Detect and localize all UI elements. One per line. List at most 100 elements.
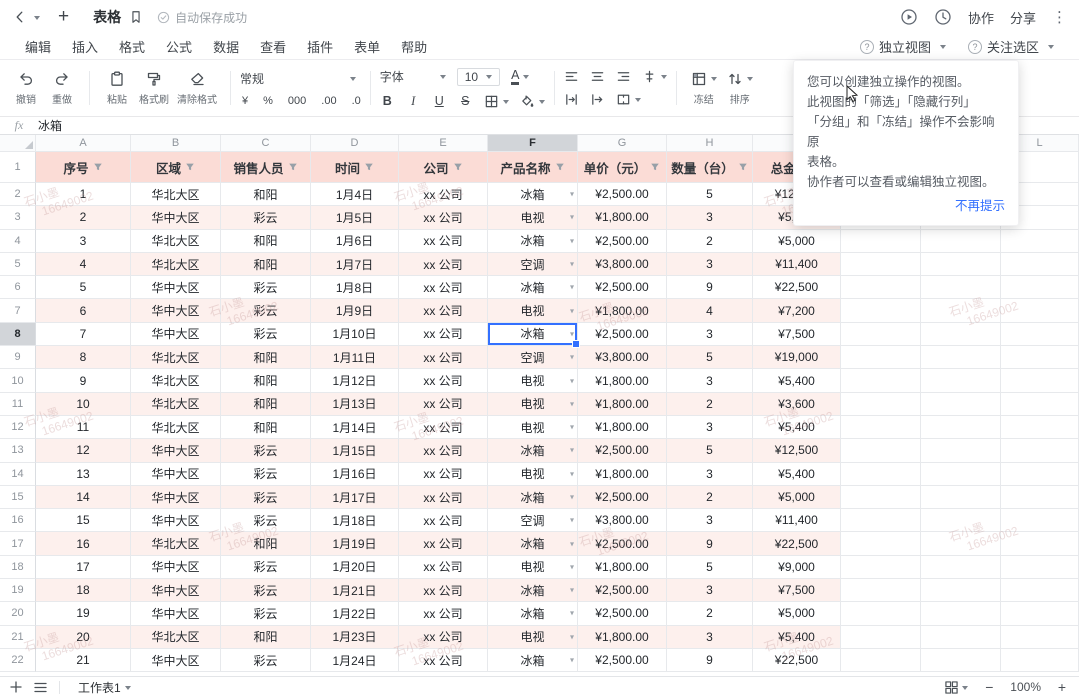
cell-F2[interactable]: 冰箱▾ xyxy=(488,183,578,206)
column-header-G[interactable]: G xyxy=(578,135,667,152)
dropdown-arrow-icon[interactable]: ▾ xyxy=(570,493,574,502)
cell-K19[interactable] xyxy=(921,579,1001,602)
cell-I9[interactable]: ¥19,000 xyxy=(753,346,841,369)
dropdown-arrow-icon[interactable]: ▾ xyxy=(570,399,574,408)
underline-button[interactable]: U xyxy=(432,94,447,108)
dropdown-arrow-icon[interactable]: ▾ xyxy=(570,562,574,571)
cell-K22[interactable] xyxy=(921,649,1001,672)
cell-E2[interactable]: xx 公司 xyxy=(399,183,488,206)
cell-L20[interactable] xyxy=(1001,602,1079,625)
cell-D20[interactable]: 1月22日 xyxy=(311,602,399,625)
cell-E22[interactable]: xx 公司 xyxy=(399,649,488,672)
cell-F22[interactable]: 冰箱▾ xyxy=(488,649,578,672)
header-cell-G[interactable]: 单价（元） xyxy=(578,152,667,183)
cell-F12[interactable]: 电视▾ xyxy=(488,416,578,439)
cell-J16[interactable] xyxy=(841,509,921,532)
cell-B7[interactable]: 华中大区 xyxy=(131,299,221,322)
cell-I13[interactable]: ¥12,500 xyxy=(753,439,841,462)
cell-I12[interactable]: ¥5,400 xyxy=(753,416,841,439)
menu-edit[interactable]: 编辑 xyxy=(25,37,51,56)
cell-J8[interactable] xyxy=(841,323,921,346)
filter-icon[interactable] xyxy=(185,162,195,172)
indent-button[interactable] xyxy=(590,92,605,107)
cell-A14[interactable]: 13 xyxy=(36,463,131,486)
cell-K5[interactable] xyxy=(921,253,1001,276)
cell-A7[interactable]: 6 xyxy=(36,299,131,322)
cell-J20[interactable] xyxy=(841,602,921,625)
font-family-select[interactable]: 字体 xyxy=(380,68,446,85)
cell-D17[interactable]: 1月19日 xyxy=(311,532,399,555)
cell-J13[interactable] xyxy=(841,439,921,462)
row-header-10[interactable]: 10 xyxy=(0,369,36,392)
cell-D21[interactable]: 1月23日 xyxy=(311,626,399,649)
cell-D10[interactable]: 1月12日 xyxy=(311,369,399,392)
menu-view[interactable]: 查看 xyxy=(260,37,286,56)
cell-A17[interactable]: 16 xyxy=(36,532,131,555)
dropdown-arrow-icon[interactable]: ▾ xyxy=(570,609,574,618)
cell-B21[interactable]: 华北大区 xyxy=(131,626,221,649)
dropdown-arrow-icon[interactable]: ▾ xyxy=(570,213,574,222)
cell-E14[interactable]: xx 公司 xyxy=(399,463,488,486)
cell-F6[interactable]: 冰箱▾ xyxy=(488,276,578,299)
cell-C9[interactable]: 和阳 xyxy=(221,346,311,369)
cell-F19[interactable]: 冰箱▾ xyxy=(488,579,578,602)
cell-D4[interactable]: 1月6日 xyxy=(311,230,399,253)
cell-D13[interactable]: 1月15日 xyxy=(311,439,399,462)
cell-L11[interactable] xyxy=(1001,393,1079,416)
cell-K6[interactable] xyxy=(921,276,1001,299)
menu-forms[interactable]: 表单 xyxy=(354,37,380,56)
cell-F17[interactable]: 冰箱▾ xyxy=(488,532,578,555)
cell-K21[interactable] xyxy=(921,626,1001,649)
row-header-20[interactable]: 20 xyxy=(0,602,36,625)
add-sheet-button[interactable] xyxy=(10,681,22,693)
cell-B2[interactable]: 华北大区 xyxy=(131,183,221,206)
cell-E4[interactable]: xx 公司 xyxy=(399,230,488,253)
cell-H7[interactable]: 4 xyxy=(667,299,753,322)
cell-C22[interactable]: 彩云 xyxy=(221,649,311,672)
zoom-level[interactable]: 100% xyxy=(1010,680,1041,694)
cell-K7[interactable] xyxy=(921,299,1001,322)
cell-H11[interactable]: 2 xyxy=(667,393,753,416)
cell-J9[interactable] xyxy=(841,346,921,369)
dropdown-arrow-icon[interactable]: ▾ xyxy=(570,236,574,245)
cell-F14[interactable]: 电视▾ xyxy=(488,463,578,486)
cell-J4[interactable] xyxy=(841,230,921,253)
dropdown-arrow-icon[interactable]: ▾ xyxy=(570,190,574,199)
cell-E15[interactable]: xx 公司 xyxy=(399,486,488,509)
cell-G4[interactable]: ¥2,500.00 xyxy=(578,230,667,253)
cell-A3[interactable]: 2 xyxy=(36,206,131,229)
cell-C3[interactable]: 彩云 xyxy=(221,206,311,229)
dropdown-arrow-icon[interactable]: ▾ xyxy=(570,656,574,665)
cell-G20[interactable]: ¥2,500.00 xyxy=(578,602,667,625)
cell-I10[interactable]: ¥5,400 xyxy=(753,369,841,392)
cell-D16[interactable]: 1月18日 xyxy=(311,509,399,532)
cell-I22[interactable]: ¥22,500 xyxy=(753,649,841,672)
cell-F20[interactable]: 冰箱▾ xyxy=(488,602,578,625)
menu-plugins[interactable]: 插件 xyxy=(307,37,333,56)
row-header-4[interactable]: 4 xyxy=(0,230,36,253)
cell-G15[interactable]: ¥2,500.00 xyxy=(578,486,667,509)
cell-B5[interactable]: 华北大区 xyxy=(131,253,221,276)
filter-icon[interactable] xyxy=(364,162,374,172)
cell-L7[interactable] xyxy=(1001,299,1079,322)
dropdown-arrow-icon[interactable]: ▾ xyxy=(570,516,574,525)
filter-icon[interactable] xyxy=(738,162,748,172)
cell-B10[interactable]: 华北大区 xyxy=(131,369,221,392)
cell-A8[interactable]: 7 xyxy=(36,323,131,346)
cell-A2[interactable]: 1 xyxy=(36,183,131,206)
cell-E8[interactable]: xx 公司 xyxy=(399,323,488,346)
cell-B13[interactable]: 华中大区 xyxy=(131,439,221,462)
font-size-select[interactable]: 10 xyxy=(457,68,500,86)
cell-I15[interactable]: ¥5,000 xyxy=(753,486,841,509)
cell-H3[interactable]: 3 xyxy=(667,206,753,229)
cell-L14[interactable] xyxy=(1001,463,1079,486)
filter-icon[interactable] xyxy=(555,162,565,172)
currency-format-button[interactable]: ¥ xyxy=(242,95,248,107)
cell-A12[interactable]: 11 xyxy=(36,416,131,439)
menu-data[interactable]: 数据 xyxy=(213,37,239,56)
history-button[interactable] xyxy=(934,8,952,26)
cell-I18[interactable]: ¥9,000 xyxy=(753,556,841,579)
align-left-button[interactable] xyxy=(564,69,579,84)
cell-G17[interactable]: ¥2,500.00 xyxy=(578,532,667,555)
collaborate-button[interactable]: 协作 xyxy=(968,8,994,27)
